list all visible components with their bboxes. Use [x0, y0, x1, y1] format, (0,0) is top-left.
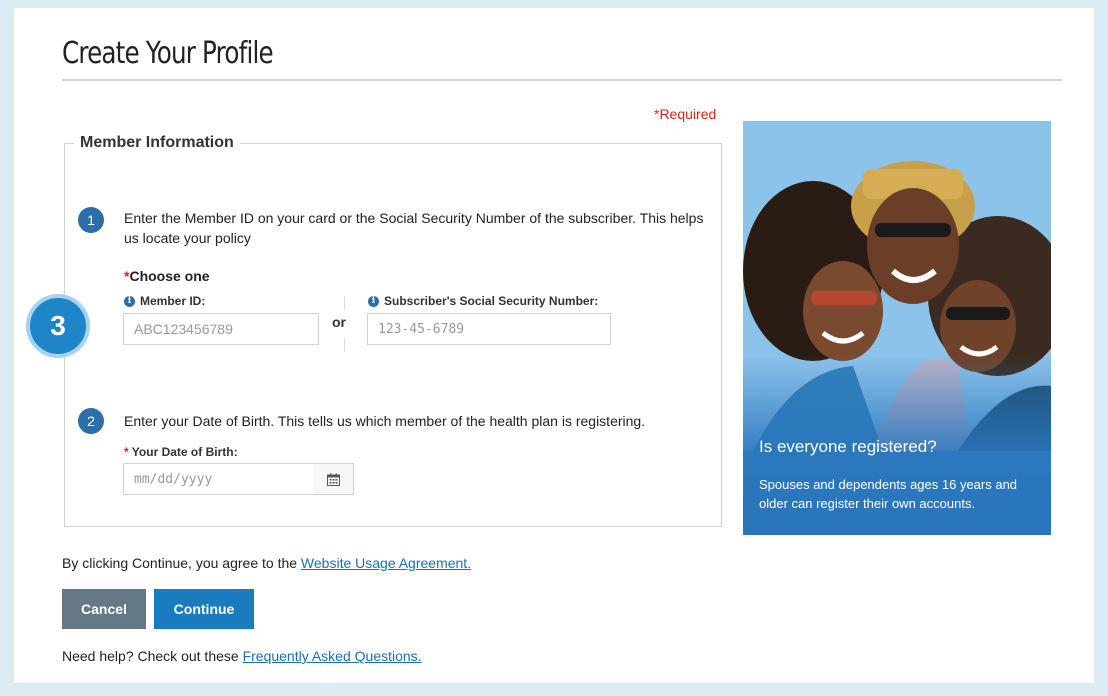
faq-link[interactable]: Frequently Asked Questions.	[243, 648, 422, 664]
calendar-icon	[327, 473, 340, 486]
dob-label: * Your Date of Birth:	[124, 445, 238, 459]
member-id-label-text: Member ID:	[140, 294, 206, 308]
ssn-label-text: Subscriber's Social Security Number:	[384, 294, 599, 308]
required-star: *	[124, 445, 129, 459]
website-usage-agreement-link[interactable]: Website Usage Agreement.	[301, 555, 471, 571]
info-icon[interactable]: i	[124, 295, 135, 307]
member-id-input[interactable]: ABC123456789	[123, 313, 319, 345]
required-note: *Required	[654, 106, 717, 122]
info-icon[interactable]: i	[368, 295, 379, 307]
help-text: Need help? Check out these Frequently As…	[62, 648, 422, 664]
choose-one-label: *Choose one	[124, 268, 210, 284]
ssn-label: i Subscriber's Social Security Number:	[368, 294, 598, 308]
member-information-legend: Member Information	[74, 134, 240, 152]
date-of-birth-input[interactable]: mm/dd/yyyy	[123, 463, 315, 495]
promo-card: Is everyone registered? Spouses and depe…	[743, 121, 1051, 535]
page-title: Create Your Profile	[62, 36, 274, 71]
promo-title: Is everyone registered?	[759, 437, 937, 456]
dob-label-text: Your Date of Birth:	[131, 445, 238, 459]
continue-button[interactable]: Continue	[154, 589, 254, 629]
member-id-label: i Member ID:	[124, 294, 205, 308]
promo-text: Spouses and dependents ages 16 years and…	[759, 477, 1018, 511]
calendar-button[interactable]	[314, 463, 354, 495]
help-prefix: Need help? Check out these	[62, 648, 243, 664]
step-1-badge: 1	[78, 207, 104, 233]
ssn-input[interactable]: 123-45-6789	[367, 313, 611, 345]
cancel-button[interactable]: Cancel	[62, 589, 146, 629]
step-2-badge: 2	[78, 408, 104, 434]
step-1-instructions: Enter the Member ID on your card or the …	[124, 210, 704, 246]
agreement-text: By clicking Continue, you agree to the W…	[62, 555, 471, 571]
or-label: or	[332, 314, 346, 330]
agreement-prefix: By clicking Continue, you agree to the	[62, 555, 301, 571]
callout-badge: 3	[26, 294, 90, 358]
choose-one-text: Choose one	[129, 268, 210, 284]
page: Create Your Profile *Required Member Inf…	[14, 8, 1094, 683]
title-divider	[62, 79, 1062, 81]
step-2-instructions: Enter your Date of Birth. This tells us …	[124, 413, 646, 429]
